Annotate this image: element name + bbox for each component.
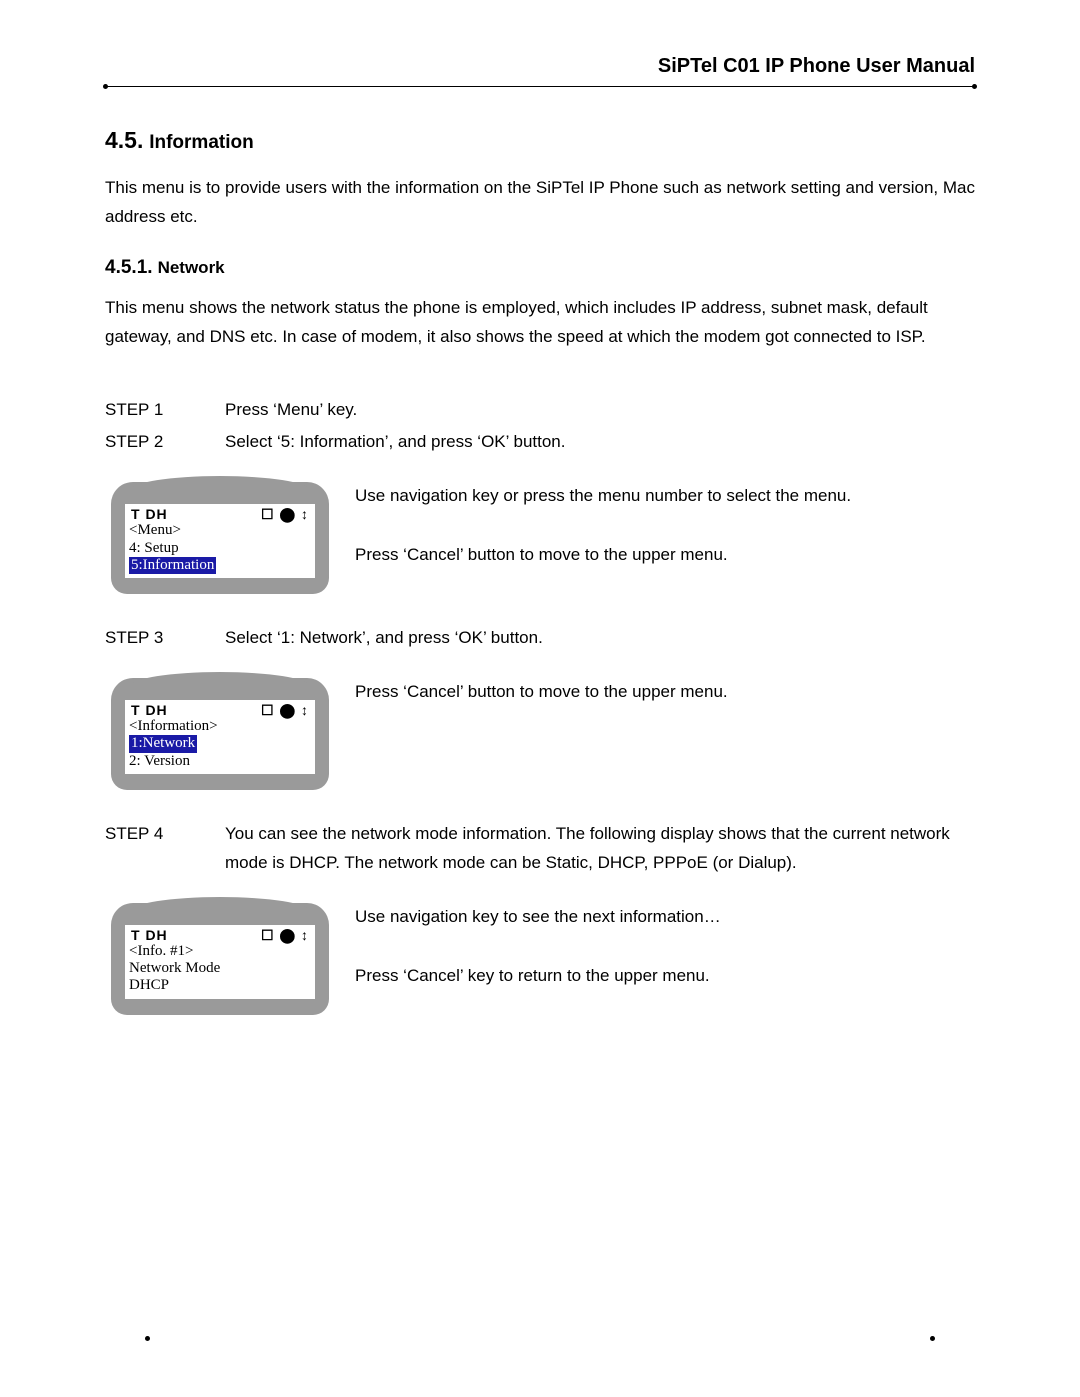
lcd-row: 4: Setup bbox=[129, 540, 311, 557]
section-title: Information bbox=[149, 132, 254, 153]
header-rule bbox=[105, 86, 975, 87]
manual-page: SiPTel C01 IP Phone User Manual 4.5. Inf… bbox=[0, 0, 1080, 1397]
subsection-title: Network bbox=[158, 258, 225, 277]
figure-block-3: T DH ☐ ⬤ ↕ <Info. #1> Network Mode DHCP … bbox=[105, 903, 975, 1015]
step-2: STEP 2 Select ‘5: Information’, and pres… bbox=[105, 428, 975, 457]
step-label: STEP 4 bbox=[105, 820, 225, 878]
manual-title: SiPTel C01 IP Phone User Manual bbox=[105, 55, 975, 78]
section-heading: 4.5. Information bbox=[105, 127, 975, 154]
lcd-status-right: ☐ ⬤ ↕ bbox=[261, 506, 309, 522]
lcd-status-left: T DH bbox=[131, 702, 168, 718]
lcd-status-left: T DH bbox=[131, 506, 168, 522]
footer-dots bbox=[105, 1336, 975, 1342]
page-header: SiPTel C01 IP Phone User Manual bbox=[105, 55, 975, 87]
step-text: Select ‘1: Network’, and press ‘OK’ butt… bbox=[225, 624, 975, 653]
subsection-intro: This menu shows the network status the p… bbox=[105, 294, 975, 352]
lcd: T DH ☐ ⬤ ↕ <Information> 1:Network 2: Ve… bbox=[125, 700, 315, 774]
figure-block-2: T DH ☐ ⬤ ↕ <Information> 1:Network 2: Ve… bbox=[105, 678, 975, 790]
step-3: STEP 3 Select ‘1: Network’, and press ‘O… bbox=[105, 624, 975, 653]
lcd-row-selected: 1:Network bbox=[129, 735, 197, 752]
subsection-heading: 4.5.1. Network bbox=[105, 257, 975, 279]
section-number: 4.5. bbox=[105, 127, 143, 153]
lcd-row: Network Mode bbox=[129, 960, 311, 977]
note-text: Press ‘Cancel’ button to move to the upp… bbox=[355, 541, 975, 570]
lcd-title: <Menu> bbox=[129, 522, 311, 539]
section-intro: This menu is to provide users with the i… bbox=[105, 174, 975, 232]
step-label: STEP 3 bbox=[105, 624, 225, 653]
lcd: T DH ☐ ⬤ ↕ <Menu> 4: Setup 5:Information bbox=[125, 504, 315, 578]
lcd-status-right: ☐ ⬤ ↕ bbox=[261, 927, 309, 943]
note-text: Use navigation key or press the menu num… bbox=[355, 482, 975, 511]
lcd-row-selected: 5:Information bbox=[129, 557, 216, 574]
note-text: Press ‘Cancel’ button to move to the upp… bbox=[355, 678, 975, 707]
step-label: STEP 2 bbox=[105, 428, 225, 457]
phone-screen-2: T DH ☐ ⬤ ↕ <Information> 1:Network 2: Ve… bbox=[111, 678, 329, 790]
lcd-row: 2: Version bbox=[129, 753, 311, 770]
step-text: You can see the network mode information… bbox=[225, 820, 975, 878]
phone-screen-1: T DH ☐ ⬤ ↕ <Menu> 4: Setup 5:Information bbox=[111, 482, 329, 594]
step-1: STEP 1 Press ‘Menu’ key. bbox=[105, 396, 975, 425]
step-text: Press ‘Menu’ key. bbox=[225, 396, 975, 425]
step-label: STEP 1 bbox=[105, 396, 225, 425]
lcd-status-right: ☐ ⬤ ↕ bbox=[261, 702, 309, 718]
note-text: Use navigation key to see the next infor… bbox=[355, 903, 975, 932]
figure-block-1: T DH ☐ ⬤ ↕ <Menu> 4: Setup 5:Information… bbox=[105, 482, 975, 594]
lcd-title: <Info. #1> bbox=[129, 943, 311, 960]
lcd-title: <Information> bbox=[129, 718, 311, 735]
subsection-number: 4.5.1. bbox=[105, 257, 153, 278]
step-text: Select ‘5: Information’, and press ‘OK’ … bbox=[225, 428, 975, 457]
lcd-row: DHCP bbox=[129, 977, 311, 994]
step-4: STEP 4 You can see the network mode info… bbox=[105, 820, 975, 878]
note-text: Press ‘Cancel’ key to return to the uppe… bbox=[355, 962, 975, 991]
phone-screen-3: T DH ☐ ⬤ ↕ <Info. #1> Network Mode DHCP bbox=[111, 903, 329, 1015]
lcd-status-left: T DH bbox=[131, 927, 168, 943]
lcd: T DH ☐ ⬤ ↕ <Info. #1> Network Mode DHCP bbox=[125, 925, 315, 999]
